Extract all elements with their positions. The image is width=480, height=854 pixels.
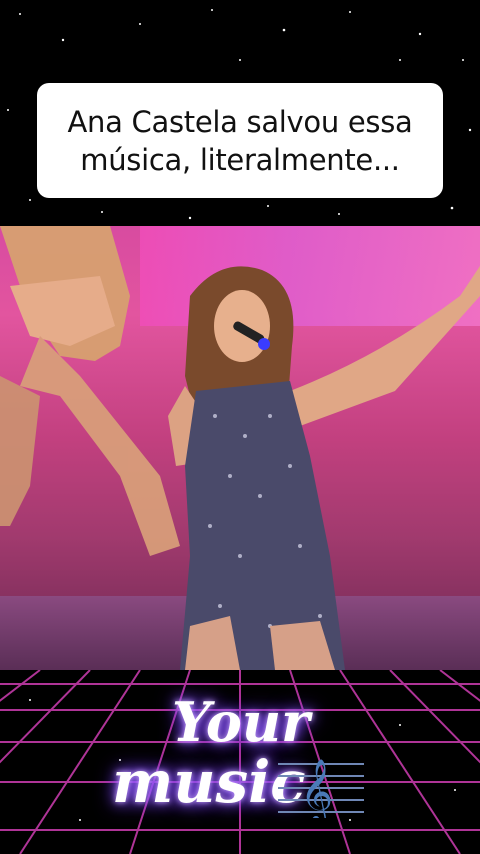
caption-text: Ana Castela salvou essa música, literalm… (67, 104, 413, 177)
video-frame[interactable] (0, 226, 480, 670)
treble-clef-icon: 𝄞 (278, 759, 364, 818)
reel-frame: Ana Castela salvou essa música, literalm… (0, 0, 480, 854)
backup-dancer (0, 226, 180, 556)
caption-card: Ana Castela salvou essa música, literalm… (37, 83, 443, 198)
logo-word-your: Your (172, 690, 310, 754)
singer-raised-arm (290, 266, 480, 426)
performers-illustration (0, 226, 480, 670)
channel-branding: Your music 𝄞 (0, 670, 480, 854)
svg-text:𝄞: 𝄞 (300, 759, 333, 818)
logo-word-music: music (112, 748, 306, 816)
caption-area: Ana Castela salvou essa música, literalm… (0, 0, 480, 226)
